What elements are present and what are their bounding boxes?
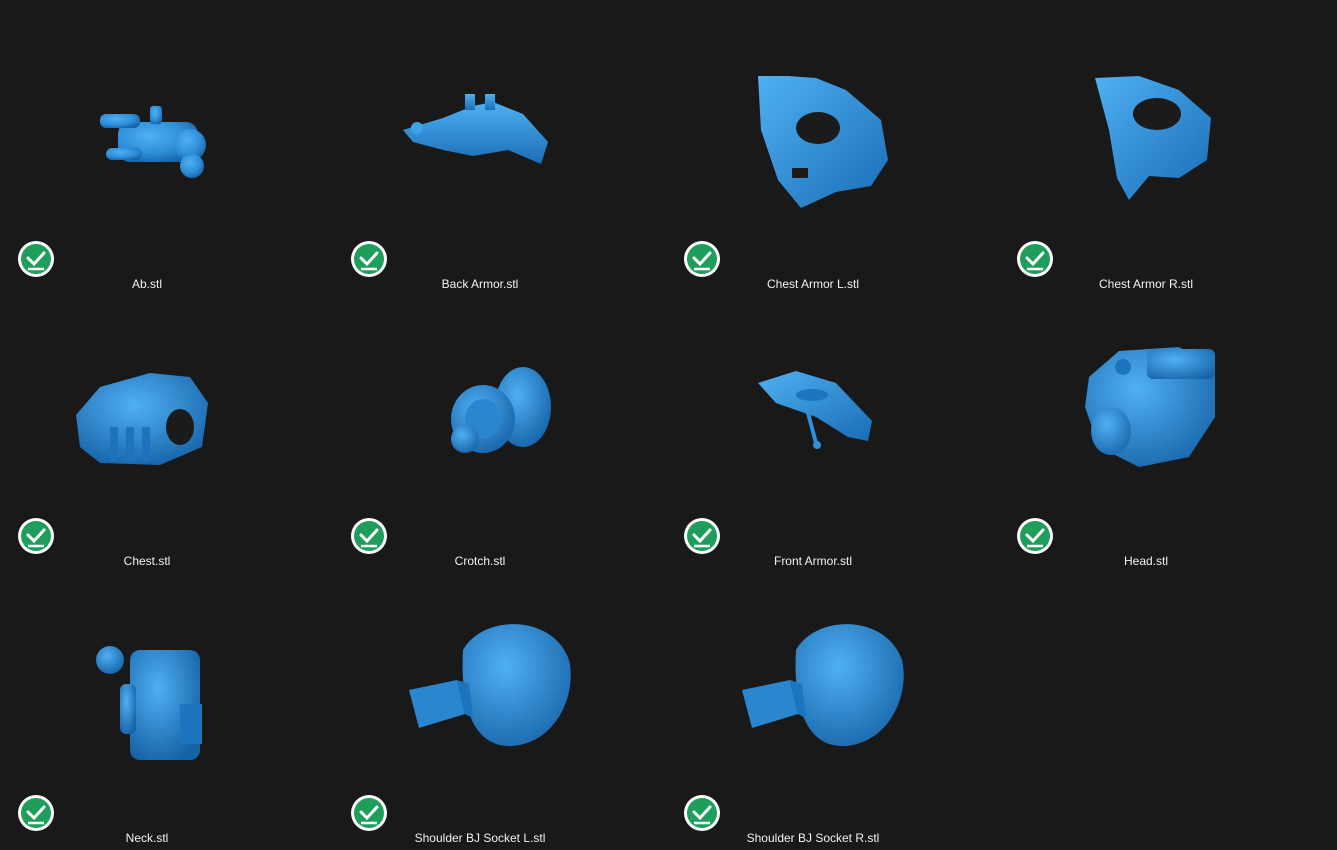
- file-grid: Ab.stl Back Armor.stl Chest Armor L.stl …: [0, 0, 1337, 850]
- synced-check-icon: [683, 794, 721, 832]
- file-tile-shoulder-bj-socket-r[interactable]: Shoulder BJ Socket R.stl: [666, 564, 986, 845]
- synced-check-icon: [350, 240, 388, 278]
- synced-check-icon: [350, 794, 388, 832]
- file-tile-chest-armor-r[interactable]: Chest Armor R.stl: [999, 10, 1319, 291]
- file-tile-back-armor[interactable]: Back Armor.stl: [333, 10, 653, 291]
- front-armor-model-thumbnail-icon: [706, 287, 946, 517]
- ab-model-thumbnail-icon: [40, 10, 280, 240]
- neck-model-thumbnail-icon: [40, 564, 280, 794]
- file-name-label: Head.stl: [1123, 554, 1169, 568]
- synced-check-icon: [1016, 517, 1054, 555]
- file-tile-chest-armor-l[interactable]: Chest Armor L.stl: [666, 10, 986, 291]
- synced-check-icon: [17, 240, 55, 278]
- file-tile-chest[interactable]: Chest.stl: [0, 287, 320, 568]
- chest-model-thumbnail-icon: [40, 287, 280, 517]
- crotch-model-thumbnail-icon: [373, 287, 613, 517]
- file-tile-front-armor[interactable]: Front Armor.stl: [666, 287, 986, 568]
- file-tile-ab[interactable]: Ab.stl: [0, 10, 320, 291]
- file-tile-crotch[interactable]: Crotch.stl: [333, 287, 653, 568]
- synced-check-icon: [683, 517, 721, 555]
- file-tile-head[interactable]: Head.stl: [999, 287, 1319, 568]
- synced-check-icon: [683, 240, 721, 278]
- file-tile-neck[interactable]: Neck.stl: [0, 564, 320, 845]
- back-armor-model-thumbnail-icon: [373, 10, 613, 240]
- file-name-label: Neck.stl: [125, 831, 169, 845]
- head-model-thumbnail-icon: [1039, 287, 1279, 517]
- shoulder-socket-r-model-thumbnail-icon: [706, 564, 946, 794]
- synced-check-icon: [1016, 240, 1054, 278]
- shoulder-socket-l-model-thumbnail-icon: [373, 564, 613, 794]
- chest-armor-l-model-thumbnail-icon: [706, 10, 946, 240]
- file-tile-shoulder-bj-socket-l[interactable]: Shoulder BJ Socket L.stl: [333, 564, 653, 845]
- file-name-label: Shoulder BJ Socket L.stl: [414, 831, 546, 845]
- synced-check-icon: [17, 794, 55, 832]
- file-name-label: Shoulder BJ Socket R.stl: [746, 831, 880, 845]
- synced-check-icon: [17, 517, 55, 555]
- synced-check-icon: [350, 517, 388, 555]
- chest-armor-r-model-thumbnail-icon: [1039, 10, 1279, 240]
